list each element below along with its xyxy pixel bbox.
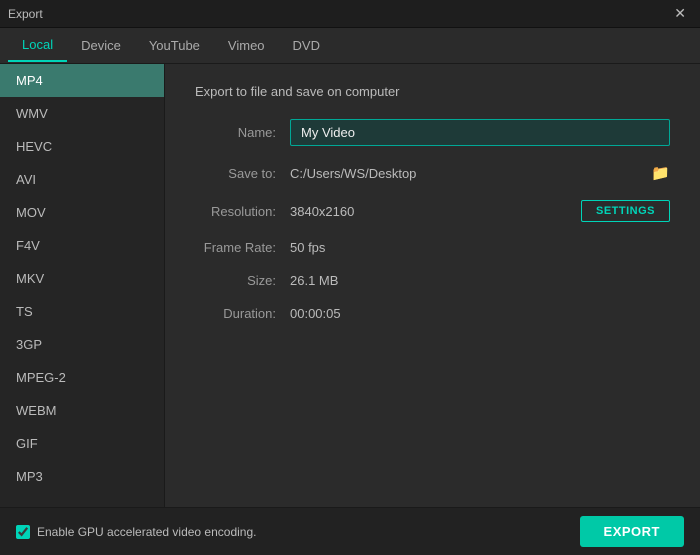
duration-value: 00:00:05 (290, 306, 341, 321)
sidebar-item-wmv[interactable]: WMV (0, 97, 164, 130)
size-row: Size: 26.1 MB (195, 273, 670, 288)
resolution-label: Resolution: (195, 204, 290, 219)
tab-device[interactable]: Device (67, 30, 135, 61)
folder-browse-button[interactable]: 📁 (651, 164, 670, 182)
gpu-label-text: Enable GPU accelerated video encoding. (37, 525, 256, 539)
saveto-control: C:/Users/WS/Desktop 📁 (290, 164, 670, 182)
resolution-control: 3840x2160 SETTINGS (290, 200, 670, 222)
saveto-path-row: C:/Users/WS/Desktop 📁 (290, 164, 670, 182)
duration-label: Duration: (195, 306, 290, 321)
export-button[interactable]: EXPORT (580, 516, 684, 547)
sidebar-item-mpeg2[interactable]: MPEG-2 (0, 361, 164, 394)
name-label: Name: (195, 125, 290, 140)
sidebar-item-avi[interactable]: AVI (0, 163, 164, 196)
size-label: Size: (195, 273, 290, 288)
sidebar-item-mp3[interactable]: MP3 (0, 460, 164, 493)
format-sidebar: MP4 WMV HEVC AVI MOV F4V MKV TS 3GP MPEG… (0, 64, 165, 507)
saveto-label: Save to: (195, 166, 290, 181)
bottom-bar: Enable GPU accelerated video encoding. E… (0, 507, 700, 555)
sidebar-item-webm[interactable]: WEBM (0, 394, 164, 427)
main-area: MP4 WMV HEVC AVI MOV F4V MKV TS 3GP MPEG… (0, 64, 700, 507)
title-bar: Export ✕ (0, 0, 700, 28)
sidebar-item-3gp[interactable]: 3GP (0, 328, 164, 361)
resolution-value: 3840x2160 (290, 204, 581, 219)
window-title: Export (8, 7, 43, 21)
framerate-label: Frame Rate: (195, 240, 290, 255)
resolution-value-row: 3840x2160 SETTINGS (290, 200, 670, 222)
settings-button[interactable]: SETTINGS (581, 200, 670, 222)
sidebar-item-gif[interactable]: GIF (0, 427, 164, 460)
sidebar-item-ts[interactable]: TS (0, 295, 164, 328)
framerate-control: 50 fps (290, 240, 670, 255)
duration-row: Duration: 00:00:05 (195, 306, 670, 321)
saveto-row: Save to: C:/Users/WS/Desktop 📁 (195, 164, 670, 182)
framerate-value: 50 fps (290, 240, 325, 255)
close-button[interactable]: ✕ (668, 3, 692, 24)
tab-local[interactable]: Local (8, 29, 67, 62)
sidebar-item-hevc[interactable]: HEVC (0, 130, 164, 163)
sidebar-item-mov[interactable]: MOV (0, 196, 164, 229)
saveto-path: C:/Users/WS/Desktop (290, 166, 643, 181)
content-area: Export to file and save on computer Name… (165, 64, 700, 507)
gpu-checkbox[interactable] (16, 525, 30, 539)
sidebar-item-mkv[interactable]: MKV (0, 262, 164, 295)
tab-youtube[interactable]: YouTube (135, 30, 214, 61)
tab-bar: Local Device YouTube Vimeo DVD (0, 28, 700, 64)
resolution-row: Resolution: 3840x2160 SETTINGS (195, 200, 670, 222)
size-control: 26.1 MB (290, 273, 670, 288)
gpu-label[interactable]: Enable GPU accelerated video encoding. (16, 525, 256, 539)
name-control (290, 119, 670, 146)
framerate-row: Frame Rate: 50 fps (195, 240, 670, 255)
sidebar-item-mp4[interactable]: MP4 (0, 64, 164, 97)
tab-dvd[interactable]: DVD (279, 30, 334, 61)
tab-vimeo[interactable]: Vimeo (214, 30, 279, 61)
name-row: Name: (195, 119, 670, 146)
size-value: 26.1 MB (290, 273, 338, 288)
sidebar-item-f4v[interactable]: F4V (0, 229, 164, 262)
name-input[interactable] (290, 119, 670, 146)
content-title: Export to file and save on computer (195, 84, 670, 99)
duration-control: 00:00:05 (290, 306, 670, 321)
